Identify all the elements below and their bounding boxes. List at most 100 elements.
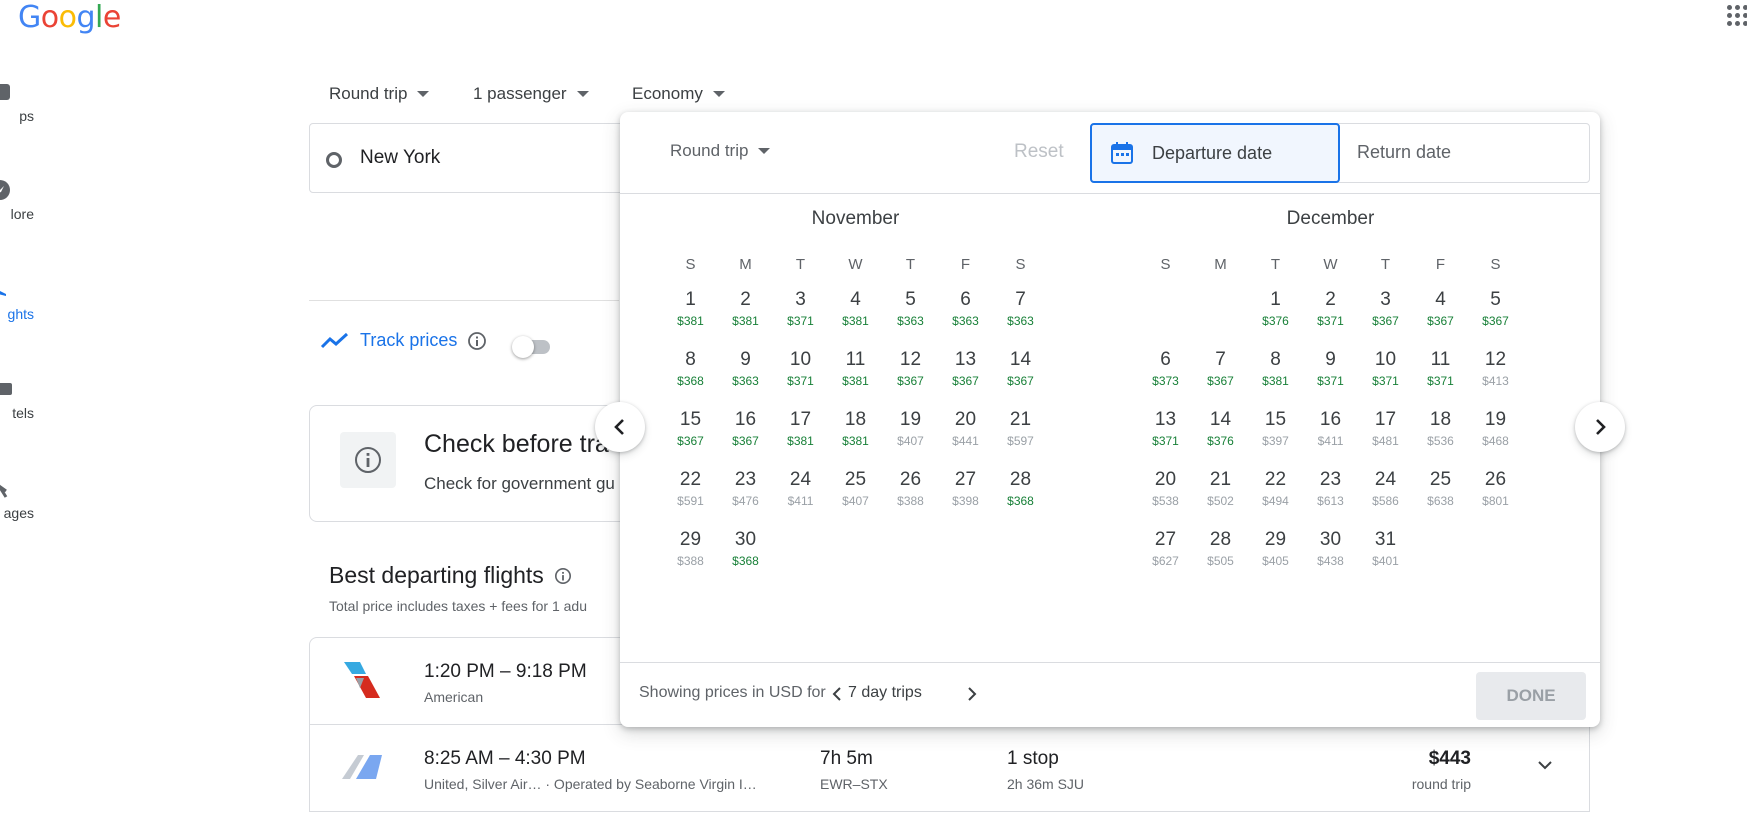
- calendar-day[interactable]: 20 $538: [1138, 467, 1193, 527]
- calendar-day[interactable]: 26 $388: [883, 467, 938, 527]
- calendar-day[interactable]: 25 $407: [828, 467, 883, 527]
- calendar-day[interactable]: 27 $398: [938, 467, 993, 527]
- calendar-day[interactable]: 21 $502: [1193, 467, 1248, 527]
- calendar-day[interactable]: 12 $367: [883, 347, 938, 407]
- calendar-day[interactable]: 18 $381: [828, 407, 883, 467]
- trip-length-value: 7 day trips: [848, 684, 922, 701]
- apps-grid-icon[interactable]: [1727, 5, 1747, 31]
- rail-item-packages[interactable]: ages: [0, 477, 50, 547]
- calendar-day[interactable]: 7 $363: [993, 287, 1048, 347]
- calendar-day[interactable]: 4 $381: [828, 287, 883, 347]
- calendar-day[interactable]: 2 $381: [718, 287, 773, 347]
- calendar-day[interactable]: 30 $438: [1303, 527, 1358, 587]
- calendar-day[interactable]: 8 $368: [663, 347, 718, 407]
- rail-item-flights[interactable]: ghts: [0, 278, 50, 348]
- calendar-day[interactable]: 17 $481: [1358, 407, 1413, 467]
- calendar-day[interactable]: 1 $381: [663, 287, 718, 347]
- calendar-day[interactable]: 16 $367: [718, 407, 773, 467]
- calendar-day[interactable]: 1 $376: [1248, 287, 1303, 347]
- calendar-day[interactable]: 5 $363: [883, 287, 938, 347]
- reset-button[interactable]: Reset: [1014, 141, 1064, 163]
- calendar-day[interactable]: 13 $367: [938, 347, 993, 407]
- departure-date-field[interactable]: Departure date: [1090, 123, 1340, 183]
- calendar-day[interactable]: 11 $381: [828, 347, 883, 407]
- calendar-day[interactable]: 8 $381: [1248, 347, 1303, 407]
- calendar-day[interactable]: 10 $371: [773, 347, 828, 407]
- calendar-day[interactable]: 18 $536: [1413, 407, 1468, 467]
- calendar-day[interactable]: 14 $367: [993, 347, 1048, 407]
- calendar-day[interactable]: 9 $363: [718, 347, 773, 407]
- day-number: 28: [1209, 529, 1232, 550]
- calendar-day[interactable]: 23 $613: [1303, 467, 1358, 527]
- calendar-day[interactable]: 27 $627: [1138, 527, 1193, 587]
- calendar-day[interactable]: 20 $441: [938, 407, 993, 467]
- track-prices-row: Track prices: [320, 330, 487, 351]
- calendar-day[interactable]: 10 $371: [1358, 347, 1413, 407]
- day-number: 10: [1374, 349, 1397, 370]
- day-price: $413: [1482, 374, 1509, 388]
- info-icon[interactable]: [554, 567, 572, 585]
- calendar-day[interactable]: 2 $371: [1303, 287, 1358, 347]
- calendar-day[interactable]: 21 $597: [993, 407, 1048, 467]
- calendar-day[interactable]: 15 $397: [1248, 407, 1303, 467]
- calendar-day[interactable]: 29 $405: [1248, 527, 1303, 587]
- weekday-label: W: [1323, 256, 1338, 273]
- calendar-day[interactable]: 3 $371: [773, 287, 828, 347]
- calendar-day[interactable]: 22 $591: [663, 467, 718, 527]
- day-number: 30: [734, 529, 757, 550]
- calendar-day[interactable]: 19 $468: [1468, 407, 1523, 467]
- calendar-day[interactable]: 6 $373: [1138, 347, 1193, 407]
- calendar-day[interactable]: 31 $401: [1358, 527, 1413, 587]
- calendar-day[interactable]: 28 $505: [1193, 527, 1248, 587]
- calendar-day[interactable]: 11 $371: [1413, 347, 1468, 407]
- flight-stops: 1 stop: [1007, 748, 1059, 769]
- chevron-down-icon[interactable]: [1537, 757, 1553, 773]
- calendar-day[interactable]: 15 $367: [663, 407, 718, 467]
- trip-type-dropdown[interactable]: Round trip: [329, 84, 430, 104]
- calendar-day[interactable]: 7 $367: [1193, 347, 1248, 407]
- passengers-dropdown[interactable]: 1 passenger: [473, 84, 589, 104]
- day-number: 18: [1429, 409, 1452, 430]
- calendar-day[interactable]: 23 $476: [718, 467, 773, 527]
- calendar-day[interactable]: 25 $638: [1413, 467, 1468, 527]
- next-month-button[interactable]: [1575, 402, 1625, 452]
- cabin-dropdown[interactable]: Economy: [632, 84, 725, 104]
- rail-item-explore[interactable]: lore: [0, 178, 50, 248]
- info-icon[interactable]: [467, 331, 487, 351]
- calendar-day[interactable]: 17 $381: [773, 407, 828, 467]
- calendar-day[interactable]: 19 $407: [883, 407, 938, 467]
- american-airlines-logo: [344, 662, 380, 698]
- google-logo[interactable]: Google: [18, 0, 121, 35]
- calendar-day[interactable]: 4 $367: [1413, 287, 1468, 347]
- picker-trip-type-dropdown[interactable]: Round trip: [670, 141, 771, 161]
- day-price: $371: [1152, 434, 1179, 448]
- flight-row[interactable]: 8:25 AM – 4:30 PM United, Silver Air… · …: [309, 724, 1590, 812]
- chevron-left-icon[interactable]: [830, 686, 844, 702]
- calendar-day[interactable]: 12 $413: [1468, 347, 1523, 407]
- calendar-day[interactable]: 3 $367: [1358, 287, 1413, 347]
- calendar-day[interactable]: 28 $368: [993, 467, 1048, 527]
- return-date-field[interactable]: Return date: [1357, 142, 1451, 163]
- calendar-day[interactable]: 22 $494: [1248, 467, 1303, 527]
- weekday-label: T: [795, 256, 806, 273]
- calendar-day[interactable]: 6 $363: [938, 287, 993, 347]
- calendar-day[interactable]: 30 $368: [718, 527, 773, 587]
- day-number: 19: [1484, 409, 1507, 430]
- flight-duration: 7h 5m: [820, 748, 873, 769]
- chevron-right-icon[interactable]: [965, 686, 979, 702]
- calendar-day[interactable]: 5 $367: [1468, 287, 1523, 347]
- calendar-day[interactable]: 14 $376: [1193, 407, 1248, 467]
- rail-item-trips[interactable]: ps: [0, 80, 50, 150]
- previous-month-button[interactable]: [595, 402, 645, 452]
- calendar-day[interactable]: 26 $801: [1468, 467, 1523, 527]
- calendar-day[interactable]: 24 $586: [1358, 467, 1413, 527]
- rail-item-hotels[interactable]: tels: [0, 377, 50, 447]
- calendar-day[interactable]: 9 $371: [1303, 347, 1358, 407]
- track-prices-toggle[interactable]: [512, 335, 556, 358]
- calendar-day[interactable]: 29 $388: [663, 527, 718, 587]
- done-button[interactable]: DONE: [1476, 672, 1586, 720]
- calendar-day[interactable]: 13 $371: [1138, 407, 1193, 467]
- calendar-day[interactable]: 16 $411: [1303, 407, 1358, 467]
- calendar-day[interactable]: 24 $411: [773, 467, 828, 527]
- day-price: $363: [952, 314, 979, 328]
